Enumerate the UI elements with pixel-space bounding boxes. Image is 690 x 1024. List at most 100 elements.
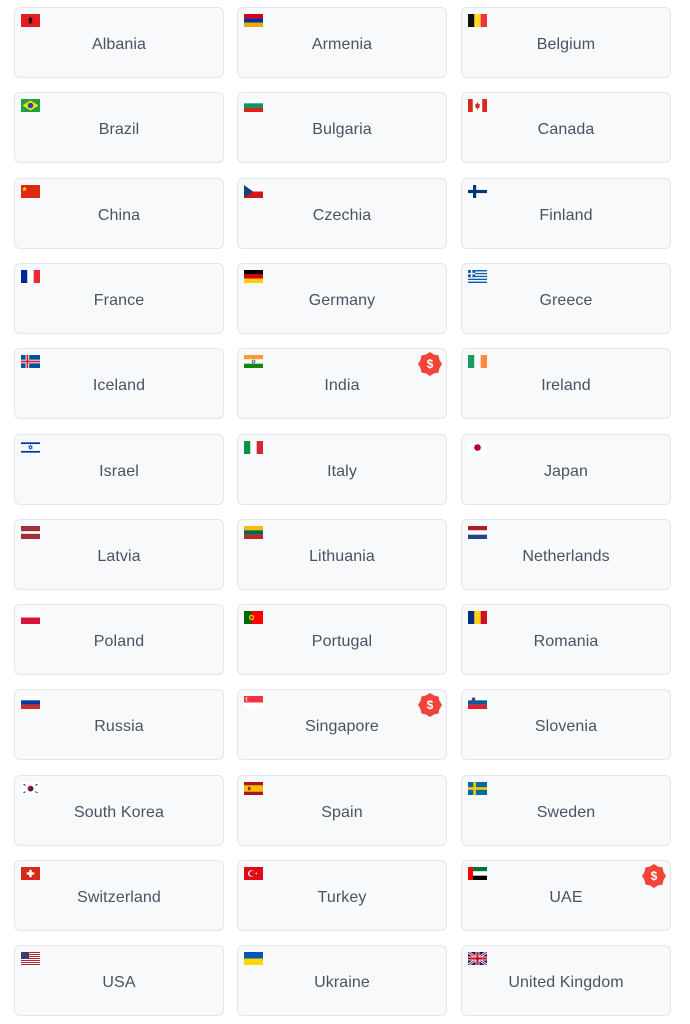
- country-label: France: [93, 291, 145, 309]
- country-card-greece[interactable]: Greece: [461, 262, 671, 334]
- country-label: South Korea: [73, 803, 165, 821]
- country-label: Germany: [308, 291, 376, 309]
- armenia-flag-icon: [244, 14, 263, 27]
- country-label: Lithuania: [309, 547, 375, 565]
- country-card-latvia[interactable]: Latvia: [14, 518, 224, 590]
- country-card-bulgaria[interactable]: Bulgaria: [237, 92, 447, 164]
- dollar-symbol: $: [427, 699, 434, 713]
- country-label: Iceland: [92, 377, 146, 395]
- country-label: Netherlands: [522, 547, 610, 565]
- country-card-brazil[interactable]: Brazil: [14, 92, 224, 164]
- brazil-flag-icon: [21, 99, 40, 113]
- country-label: Switzerland: [77, 889, 161, 906]
- russia-flag-icon: [21, 696, 40, 710]
- country-label: Belgium: [536, 36, 596, 53]
- country-card-poland[interactable]: Poland: [14, 604, 224, 676]
- dollar-symbol: $: [651, 869, 658, 883]
- country-card-india[interactable]: India $: [237, 348, 447, 420]
- country-card-south-korea[interactable]: South Korea: [14, 774, 224, 846]
- dollar-badge-icon: $: [642, 864, 666, 888]
- country-grid: Albania Armenia Belgium Brazil Bulgaria Canad…: [0, 0, 690, 1024]
- bulgaria-flag-icon: [244, 99, 263, 113]
- country-card-romania[interactable]: Romania: [461, 604, 671, 676]
- country-label: Brazil: [98, 121, 140, 139]
- country-label: UAE: [549, 889, 583, 906]
- albania-flag-icon: [21, 14, 40, 27]
- dollar-symbol: $: [427, 357, 434, 371]
- country-label: Spain: [321, 803, 363, 821]
- romania-flag-icon: [468, 611, 487, 625]
- country-card-slovenia[interactable]: Slovenia: [461, 689, 671, 761]
- japan-flag-icon: [468, 440, 487, 454]
- country-card-czechia[interactable]: Czechia: [237, 177, 447, 249]
- country-card-spain[interactable]: Spain: [237, 774, 447, 846]
- usa-flag-icon: [21, 952, 40, 966]
- country-label: Greece: [539, 291, 593, 309]
- uae-flag-icon: [468, 867, 487, 880]
- country-label: Israel: [99, 462, 139, 480]
- country-label: Bulgaria: [312, 121, 372, 139]
- country-card-lithuania[interactable]: Lithuania: [237, 518, 447, 590]
- country-card-sweden[interactable]: Sweden: [461, 774, 671, 846]
- switzerland-flag-icon: [21, 867, 40, 880]
- slovenia-flag-icon: [468, 696, 487, 710]
- country-label: USA: [102, 974, 136, 992]
- country-card-russia[interactable]: Russia: [14, 689, 224, 761]
- country-card-france[interactable]: France: [14, 262, 224, 334]
- india-flag-icon: [244, 355, 263, 369]
- country-label: United Kingdom: [508, 974, 624, 992]
- country-card-turkey[interactable]: Turkey: [237, 860, 447, 931]
- country-card-china[interactable]: China: [14, 177, 224, 249]
- netherlands-flag-icon: [468, 525, 487, 539]
- finland-flag-icon: [468, 184, 487, 198]
- dollar-badge-icon: $: [418, 693, 442, 718]
- ukraine-flag-icon: [244, 952, 263, 966]
- portugal-flag-icon: [244, 611, 263, 625]
- poland-flag-icon: [21, 611, 40, 625]
- country-card-ukraine[interactable]: Ukraine: [237, 945, 447, 1017]
- country-label: Slovenia: [534, 718, 598, 736]
- france-flag-icon: [21, 269, 40, 283]
- country-card-albania[interactable]: Albania: [14, 7, 224, 78]
- country-label: Ireland: [541, 377, 591, 395]
- country-label: Italy: [327, 462, 357, 480]
- country-card-germany[interactable]: Germany: [237, 262, 447, 334]
- country-label: Japan: [543, 462, 589, 480]
- country-label: Sweden: [536, 803, 596, 821]
- country-card-singapore[interactable]: Singapore $: [237, 689, 447, 761]
- country-card-canada[interactable]: Canada: [461, 92, 671, 164]
- italy-flag-icon: [244, 440, 263, 454]
- country-label: Turkey: [317, 889, 367, 906]
- country-label: Finland: [539, 206, 593, 224]
- country-card-belgium[interactable]: Belgium: [461, 7, 671, 78]
- country-card-ireland[interactable]: Ireland: [461, 348, 671, 420]
- latvia-flag-icon: [21, 525, 40, 539]
- country-card-italy[interactable]: Italy: [237, 433, 447, 505]
- greece-flag-icon: [468, 269, 487, 283]
- country-card-israel[interactable]: Israel: [14, 433, 224, 505]
- country-card-armenia[interactable]: Armenia: [237, 7, 447, 78]
- spain-flag-icon: [244, 781, 263, 795]
- canada-flag-icon: [468, 99, 487, 113]
- country-label: Poland: [93, 633, 145, 651]
- country-label: Russia: [94, 718, 144, 736]
- country-label: China: [97, 206, 141, 224]
- south-korea-flag-icon: [21, 781, 40, 795]
- country-label: India: [324, 377, 360, 395]
- israel-flag-icon: [21, 440, 40, 454]
- country-card-netherlands[interactable]: Netherlands: [461, 518, 671, 590]
- country-card-iceland[interactable]: Iceland: [14, 348, 224, 420]
- lithuania-flag-icon: [244, 525, 263, 539]
- dollar-badge-icon: $: [418, 352, 442, 377]
- country-card-usa[interactable]: USA: [14, 945, 224, 1017]
- country-card-united-kingdom[interactable]: United Kingdom: [461, 945, 671, 1017]
- germany-flag-icon: [244, 269, 263, 283]
- country-card-switzerland[interactable]: Switzerland: [14, 860, 224, 931]
- iceland-flag-icon: [21, 355, 40, 369]
- country-label: Albania: [91, 36, 147, 53]
- singapore-flag-icon: [244, 696, 263, 710]
- country-card-japan[interactable]: Japan: [461, 433, 671, 505]
- country-card-finland[interactable]: Finland: [461, 177, 671, 249]
- country-card-uae[interactable]: UAE $: [461, 860, 671, 931]
- country-card-portugal[interactable]: Portugal: [237, 604, 447, 676]
